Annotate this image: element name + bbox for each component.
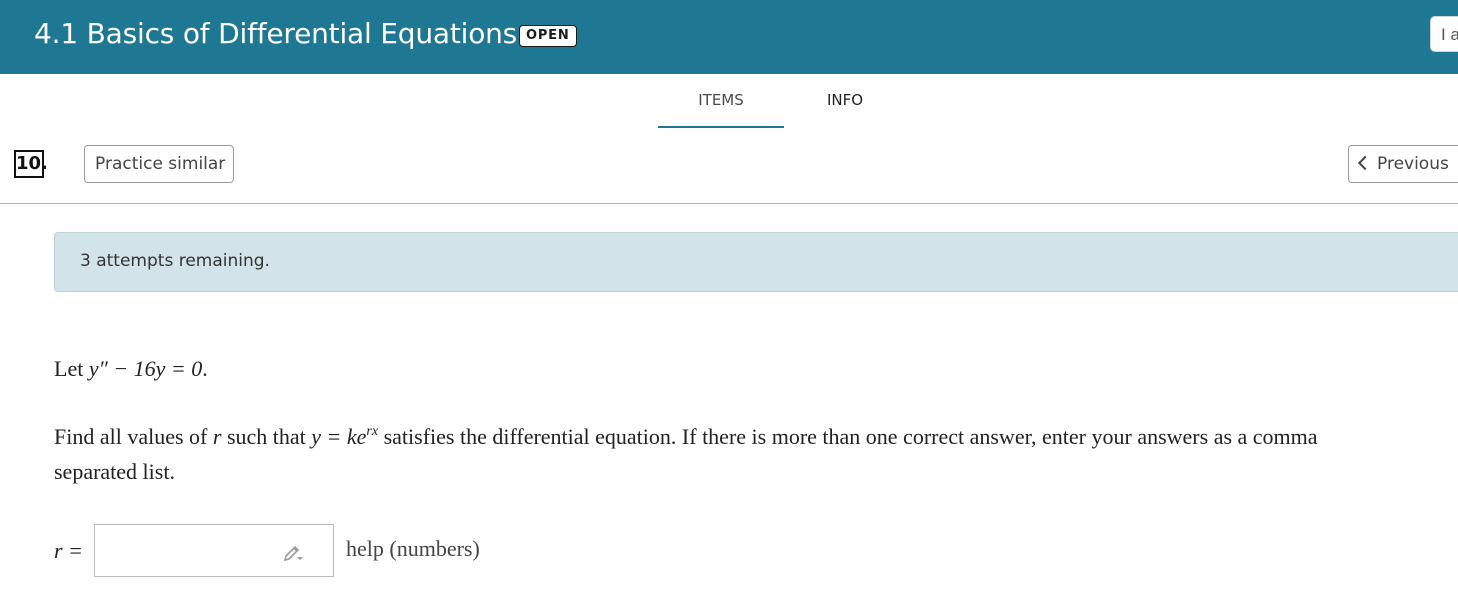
page-header: 4.1 Basics of Differential Equations OPE…	[0, 0, 1458, 74]
tab-info[interactable]: INFO	[812, 91, 878, 127]
pencil-icon[interactable]	[282, 541, 304, 563]
statement-prefix: Let	[54, 356, 89, 381]
chevron-left-icon	[1357, 155, 1373, 171]
header-action-button[interactable]: I a	[1430, 16, 1458, 52]
prompt-part-2: such that	[221, 424, 312, 449]
equation: y″ − 16y = 0	[88, 356, 203, 381]
attempts-alert: 3 attempts remaining.	[54, 232, 1458, 292]
prompt-part-3: satisfies the differential equation. If …	[378, 424, 1318, 449]
solution-form: y = ke	[311, 424, 367, 449]
statement-suffix: .	[202, 356, 208, 381]
previous-label: Previous	[1377, 154, 1449, 174]
exponent: rx	[366, 424, 379, 439]
question-prompt: Find all values of r such that y = kerx …	[54, 424, 1318, 450]
practice-similar-button[interactable]: Practice similar	[84, 145, 234, 183]
tab-items[interactable]: ITEMS	[658, 91, 784, 128]
prompt-part-1: Find all values of	[54, 424, 213, 449]
question-statement: Let y″ − 16y = 0.	[54, 356, 208, 382]
question-number: 10.	[14, 150, 48, 178]
answer-label: r =	[54, 538, 83, 564]
answer-label-text: r =	[54, 538, 83, 563]
tab-bar: ITEMS INFO	[0, 74, 1458, 128]
status-badge: OPEN	[519, 25, 577, 47]
question-prompt-continued: separated list.	[54, 459, 175, 484]
assignment-title: 4.1 Basics of Differential Equations	[34, 17, 518, 50]
divider	[0, 203, 1458, 204]
previous-button[interactable]: Previous	[1348, 145, 1458, 183]
attempts-text: 3 attempts remaining.	[80, 251, 270, 271]
help-link[interactable]: help (numbers)	[346, 536, 480, 562]
